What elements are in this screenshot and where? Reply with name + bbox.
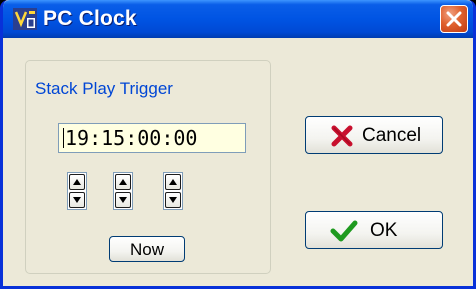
close-button[interactable] [440, 5, 468, 33]
pc-clock-app-icon [13, 8, 37, 30]
arrow-up-icon [169, 179, 177, 185]
now-button-label: Now [129, 240, 164, 259]
cancel-button[interactable]: Cancel [305, 116, 443, 154]
arrow-up-icon [119, 179, 127, 185]
text-cursor [63, 128, 64, 148]
red-x-icon [331, 125, 353, 147]
arrow-up-icon [73, 179, 81, 185]
arrow-down-icon [73, 197, 81, 203]
arrow-down-icon [119, 197, 127, 203]
close-x-icon [446, 11, 462, 27]
seconds-up-button[interactable] [165, 174, 181, 190]
green-check-icon [330, 220, 358, 242]
arrow-down-icon [169, 197, 177, 203]
hours-down-button[interactable] [69, 192, 85, 208]
seconds-spinner [163, 172, 183, 210]
ok-button-label: OK [370, 220, 398, 241]
minutes-spinner [113, 172, 133, 210]
group-label: Stack Play Trigger [31, 79, 177, 99]
window-title: PC Clock [43, 7, 137, 30]
cancel-button-label: Cancel [362, 125, 422, 146]
hours-up-button[interactable] [69, 174, 85, 190]
now-button[interactable]: Now [109, 236, 185, 262]
minutes-up-button[interactable] [115, 174, 131, 190]
hours-spinner [67, 172, 87, 210]
pc-clock-dialog: PC Clock Stack Play Trigger 19:15:00:00 [0, 0, 476, 289]
title-bar[interactable]: PC Clock [3, 0, 473, 38]
trigger-time-field[interactable]: 19:15:00:00 [58, 123, 246, 153]
ok-button[interactable]: OK [305, 211, 443, 249]
seconds-down-button[interactable] [165, 192, 181, 208]
minutes-down-button[interactable] [115, 192, 131, 208]
